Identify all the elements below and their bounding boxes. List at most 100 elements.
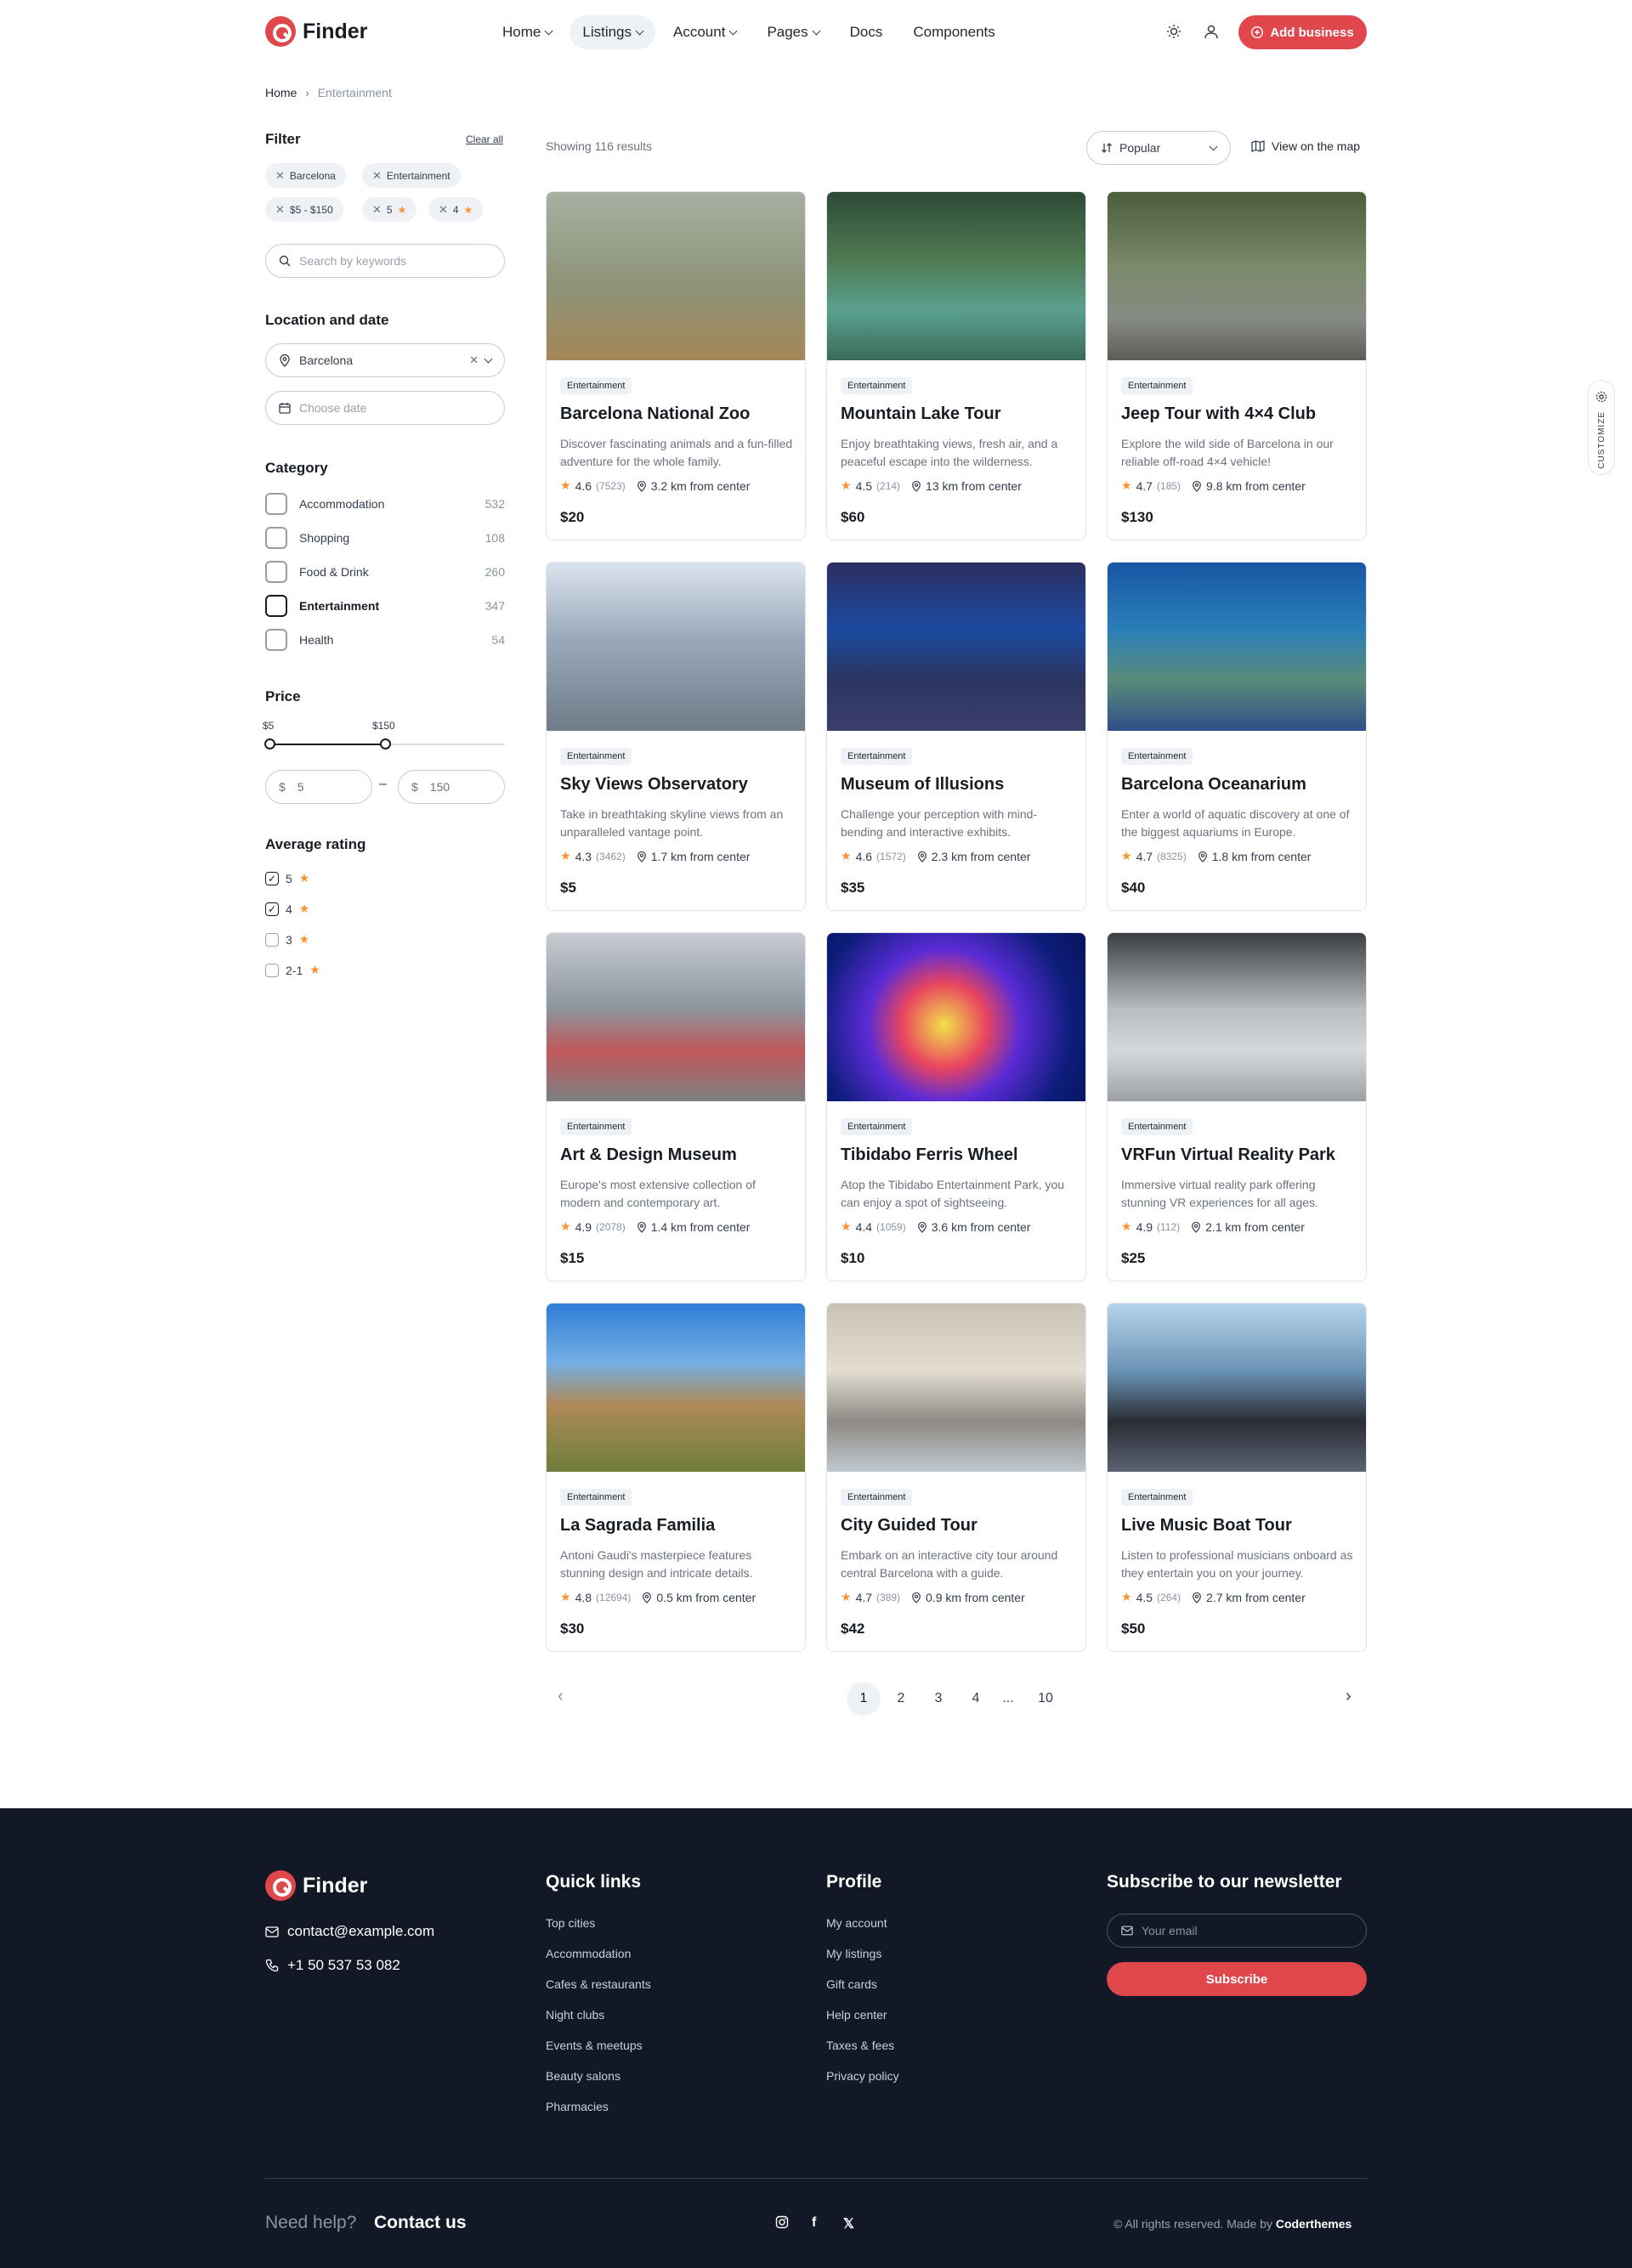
- card-title[interactable]: Art & Design Museum: [560, 1145, 737, 1165]
- footer-phone[interactable]: +1 50 537 53 082: [265, 1957, 400, 1974]
- category-item-entertainment[interactable]: Entertainment 347: [265, 593, 505, 619]
- filter-chip[interactable]: ✕ 4 ★: [428, 197, 484, 222]
- card-title[interactable]: Museum of Illusions: [841, 775, 1004, 795]
- listing-card[interactable]: Entertainment Tibidabo Ferris Wheel Atop…: [826, 932, 1086, 1281]
- card-image[interactable]: [1108, 1304, 1366, 1472]
- card-image[interactable]: [827, 192, 1085, 360]
- card-title[interactable]: VRFun Virtual Reality Park: [1121, 1145, 1335, 1165]
- listing-card[interactable]: Entertainment Barcelona National Zoo Dis…: [546, 191, 806, 540]
- next-page-button[interactable]: ›: [1346, 1687, 1352, 1706]
- card-image[interactable]: [1108, 563, 1366, 731]
- card-title[interactable]: Barcelona Oceanarium: [1121, 775, 1306, 795]
- checkbox[interactable]: [265, 932, 279, 947]
- card-title[interactable]: Live Music Boat Tour: [1121, 1516, 1292, 1536]
- listing-card[interactable]: Entertainment La Sagrada Familia Antoni …: [546, 1303, 806, 1652]
- nav-listings[interactable]: Listings: [570, 15, 655, 49]
- listing-card[interactable]: Entertainment Sky Views Observatory Take…: [546, 562, 806, 911]
- listing-card[interactable]: Entertainment Jeep Tour with 4×4 Club Ex…: [1107, 191, 1367, 540]
- card-image[interactable]: [1108, 192, 1366, 360]
- footer-logo[interactable]: Finder: [265, 1870, 367, 1901]
- footer-link[interactable]: Pharmacies: [546, 2100, 609, 2113]
- footer-link[interactable]: Night clubs: [546, 2008, 604, 2022]
- price-min-input[interactable]: $5: [265, 770, 372, 804]
- card-title[interactable]: Tibidabo Ferris Wheel: [841, 1145, 1018, 1165]
- filter-chip[interactable]: ✕ Entertainment: [362, 163, 461, 188]
- listing-card[interactable]: Entertainment Barcelona Oceanarium Enter…: [1107, 562, 1367, 911]
- prev-page-button[interactable]: ‹: [558, 1687, 564, 1706]
- footer-link[interactable]: Taxes & fees: [826, 2039, 894, 2052]
- card-image[interactable]: [547, 933, 805, 1101]
- footer-link[interactable]: Beauty salons: [546, 2069, 620, 2083]
- date-input[interactable]: Choose date: [265, 391, 505, 425]
- rating-option-2-1[interactable]: 2-1 ★: [265, 963, 320, 977]
- checkbox-checked[interactable]: ✓: [265, 902, 279, 916]
- card-title[interactable]: City Guided Tour: [841, 1516, 978, 1536]
- listing-card[interactable]: Entertainment City Guided Tour Embark on…: [826, 1303, 1086, 1652]
- page-2[interactable]: 2: [884, 1682, 918, 1716]
- card-title[interactable]: Sky Views Observatory: [560, 775, 748, 795]
- card-title[interactable]: Jeep Tour with 4×4 Club: [1121, 404, 1316, 424]
- nav-pages[interactable]: Pages: [754, 15, 831, 49]
- search-input[interactable]: Search by keywords: [265, 244, 505, 278]
- rating-option-4[interactable]: ✓ 4 ★: [265, 902, 309, 916]
- listing-card[interactable]: Entertainment Museum of Illusions Challe…: [826, 562, 1086, 911]
- theme-toggle-button[interactable]: [1159, 16, 1189, 47]
- contact-us-link[interactable]: Contact us: [374, 2213, 467, 2233]
- checkbox-checked[interactable]: ✓: [265, 871, 279, 885]
- page-4[interactable]: 4: [959, 1682, 993, 1716]
- listing-card[interactable]: Entertainment Mountain Lake Tour Enjoy b…: [826, 191, 1086, 540]
- clear-icon[interactable]: ✕: [469, 353, 479, 367]
- footer-link[interactable]: Top cities: [546, 1916, 595, 1930]
- card-image[interactable]: [827, 1304, 1085, 1472]
- card-image[interactable]: [1108, 933, 1366, 1101]
- card-image[interactable]: [827, 933, 1085, 1101]
- footer-link[interactable]: Gift cards: [826, 1977, 877, 1991]
- made-by-link[interactable]: Coderthemes: [1276, 2217, 1352, 2231]
- price-min-handle[interactable]: [264, 738, 275, 749]
- sort-select[interactable]: Popular: [1086, 131, 1231, 165]
- page-3[interactable]: 3: [921, 1682, 955, 1716]
- filter-chip[interactable]: ✕ $5 - $150: [265, 197, 343, 222]
- subscribe-button[interactable]: Subscribe: [1107, 1962, 1367, 1996]
- footer-email[interactable]: contact@example.com: [265, 1923, 434, 1940]
- nav-home[interactable]: Home: [490, 15, 564, 49]
- location-select[interactable]: Barcelona ✕: [265, 343, 505, 377]
- card-image[interactable]: [547, 192, 805, 360]
- category-item-health[interactable]: Health 54: [265, 627, 505, 653]
- rating-option-3[interactable]: 3 ★: [265, 932, 309, 947]
- instagram-icon[interactable]: [775, 2215, 789, 2233]
- page-10[interactable]: 10: [1028, 1682, 1062, 1716]
- view-map-button[interactable]: View on the map: [1251, 139, 1360, 153]
- card-title[interactable]: Mountain Lake Tour: [841, 404, 1001, 424]
- category-item-shopping[interactable]: Shopping 108: [265, 525, 505, 551]
- category-item-food-drink[interactable]: Food & Drink 260: [265, 559, 505, 585]
- price-max-handle[interactable]: [380, 738, 391, 749]
- footer-link[interactable]: Events & meetups: [546, 2039, 643, 2052]
- breadcrumb-home[interactable]: Home: [265, 86, 297, 99]
- card-image[interactable]: [547, 1304, 805, 1472]
- footer-link[interactable]: Cafes & restaurants: [546, 1977, 651, 1991]
- page-1[interactable]: 1: [847, 1682, 881, 1716]
- nav-docs[interactable]: Docs: [837, 15, 896, 49]
- category-item-accommodation[interactable]: Accommodation 532: [265, 491, 505, 517]
- footer-link[interactable]: My listings: [826, 1947, 881, 1960]
- checkbox[interactable]: [265, 963, 279, 977]
- nav-account[interactable]: Account: [660, 15, 749, 49]
- listing-card[interactable]: Entertainment VRFun Virtual Reality Park…: [1107, 932, 1367, 1281]
- card-title[interactable]: La Sagrada Familia: [560, 1516, 715, 1536]
- add-business-button[interactable]: Add business: [1238, 15, 1367, 49]
- footer-link[interactable]: Privacy policy: [826, 2069, 899, 2083]
- card-image[interactable]: [827, 563, 1085, 731]
- footer-link[interactable]: My account: [826, 1916, 887, 1930]
- price-max-input[interactable]: $150: [398, 770, 505, 804]
- newsletter-email-input[interactable]: Your email: [1107, 1914, 1367, 1948]
- listing-card[interactable]: Entertainment Live Music Boat Tour Liste…: [1107, 1303, 1367, 1652]
- footer-link[interactable]: Help center: [826, 2008, 887, 2022]
- rating-option-5[interactable]: ✓ 5 ★: [265, 871, 309, 885]
- card-title[interactable]: Barcelona National Zoo: [560, 404, 750, 424]
- card-image[interactable]: [547, 563, 805, 731]
- filter-chip[interactable]: ✕ 5 ★: [362, 197, 417, 222]
- filter-chip[interactable]: ✕ Barcelona: [265, 163, 346, 188]
- facebook-icon[interactable]: f: [812, 2215, 816, 2231]
- footer-link[interactable]: Accommodation: [546, 1947, 631, 1960]
